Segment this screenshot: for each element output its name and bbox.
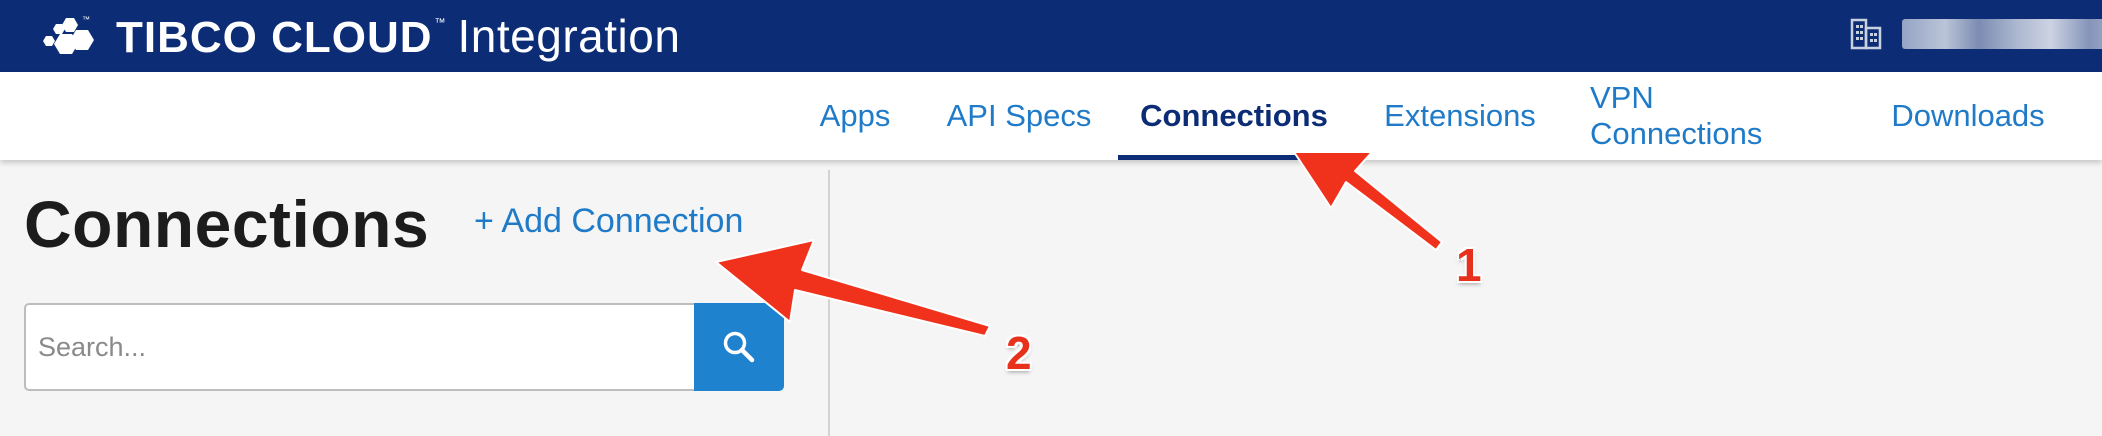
page-title: Connections — [24, 187, 430, 261]
tab-extensions[interactable]: Extensions — [1380, 72, 1540, 160]
organization-switcher[interactable] — [1850, 14, 2102, 54]
tab-api-specs[interactable]: API Specs — [940, 72, 1098, 160]
tibco-logo[interactable]: ™ TIBCO CLOUD ™ Integration — [38, 8, 680, 64]
tab-downloads[interactable]: Downloads — [1882, 72, 2054, 160]
search-input[interactable] — [24, 303, 696, 391]
organization-name-obscured — [1902, 19, 2102, 49]
product-name: Integration — [457, 10, 681, 62]
search-icon — [723, 331, 755, 363]
building-icon — [1850, 18, 1882, 50]
logo-trademark: ™ — [82, 15, 90, 24]
tibco-hexagons-logo-icon: ™ — [43, 15, 94, 54]
content-area — [830, 160, 2102, 436]
brand-bar: ™ TIBCO CLOUD ™ Integration — [0, 0, 2102, 72]
annotation-number-2: 2 — [1006, 327, 1032, 379]
tibco-cloud-page: ™ TIBCO CLOUD ™ Integration Apps API Spe… — [0, 0, 2102, 436]
search-button[interactable] — [694, 303, 784, 391]
add-connection-link[interactable]: + Add Connection — [474, 202, 743, 241]
annotation-number-1: 1 — [1456, 239, 1482, 291]
tab-apps[interactable]: Apps — [808, 72, 902, 160]
brand-trademark: ™ — [434, 17, 446, 29]
brand-text: TIBCO CLOUD ™ Integration — [116, 9, 680, 63]
tab-vpn-connections[interactable]: VPN Connections — [1590, 72, 1834, 160]
tab-connections[interactable]: Connections — [1118, 72, 1350, 160]
search-bar — [24, 303, 784, 391]
main-nav: Apps API Specs Connections Extensions VP… — [0, 72, 2102, 160]
brand-name: TIBCO CLOUD — [116, 13, 433, 62]
